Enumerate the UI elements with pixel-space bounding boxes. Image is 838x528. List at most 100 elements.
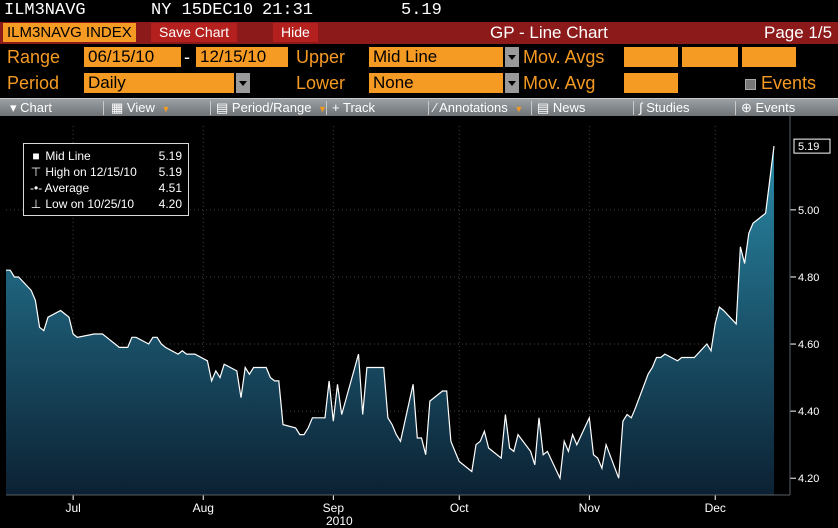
data-point	[106, 337, 107, 338]
range-start-field[interactable]: 06/15/10	[84, 47, 181, 67]
data-point	[719, 307, 720, 308]
data-point	[601, 468, 602, 469]
toolbar-studies[interactable]: ∫ Studies	[639, 99, 690, 117]
data-point	[333, 421, 334, 422]
upper-select[interactable]: Mid Line	[369, 47, 503, 67]
events-icon: ⊕	[741, 100, 752, 115]
upper-dropdown-icon[interactable]	[505, 47, 519, 67]
data-point	[253, 367, 254, 368]
page-indicator[interactable]: Page 1/5	[764, 23, 832, 43]
period-select[interactable]: Daily	[84, 73, 234, 93]
calendar-icon: ▤	[216, 100, 229, 115]
data-point	[329, 380, 330, 381]
mov-avg-field-2[interactable]	[682, 47, 738, 67]
data-point	[429, 400, 430, 401]
mov-avg-field-3[interactable]	[742, 47, 796, 67]
studies-icon: ∫	[639, 100, 643, 115]
lower-select[interactable]: None	[369, 73, 503, 93]
toolbar-track[interactable]: + Track	[332, 99, 375, 117]
data-point	[177, 354, 178, 355]
data-point	[77, 337, 78, 338]
data-point	[576, 444, 577, 445]
legend-label: High on 12/15/10	[45, 165, 137, 179]
data-point	[564, 441, 565, 442]
crosshair-icon: +	[332, 100, 340, 115]
toolbar-annotations-label: Annotations	[439, 100, 508, 115]
y-tick-label: 4.60	[798, 339, 819, 351]
data-point	[207, 360, 208, 361]
data-point	[513, 451, 514, 452]
chart-legend: ■ Mid Line 5.19 ⊤ High on 12/15/10 5.19 …	[23, 143, 189, 216]
data-point	[366, 367, 367, 368]
square-icon: ■	[32, 149, 40, 163]
period-label: Period	[7, 73, 60, 93]
chevron-down-icon: ▼	[161, 104, 171, 114]
data-point	[635, 407, 636, 408]
legend-label: Low on 10/25/10	[45, 197, 135, 211]
data-point	[31, 290, 32, 291]
data-point	[740, 246, 741, 247]
data-point	[752, 223, 753, 224]
data-point	[622, 421, 623, 422]
toolbar-view[interactable]: ▦ View ▼	[111, 99, 170, 117]
data-point	[505, 414, 506, 415]
range-label: Range	[7, 47, 61, 67]
data-point	[442, 390, 443, 391]
data-point	[68, 317, 69, 318]
ticker-row: ILM3NAVG NY 15DEC10 21:31 5.19	[0, 0, 838, 22]
toolbar-events[interactable]: ⊕ Events	[741, 99, 795, 117]
toolbar-period-range[interactable]: ▤ Period/Range ▼	[216, 99, 327, 117]
hide-button[interactable]: Hide	[273, 23, 318, 42]
legend-label: Average	[44, 181, 90, 195]
data-point	[656, 357, 657, 358]
data-point	[94, 333, 95, 334]
data-point	[266, 367, 267, 368]
data-point	[14, 276, 15, 277]
data-point	[73, 333, 74, 334]
data-point	[681, 357, 682, 358]
data-point	[308, 427, 309, 428]
toolbar-track-label: Track	[342, 100, 376, 115]
lower-dropdown-icon[interactable]	[505, 73, 519, 93]
toolbar-news[interactable]: ▤ News	[537, 99, 585, 117]
data-point	[98, 333, 99, 334]
data-point	[60, 310, 61, 311]
index-badge[interactable]: ILM3NAVG INDEX	[3, 23, 136, 42]
mov-avg-single-field[interactable]	[624, 73, 678, 93]
data-point	[35, 300, 36, 301]
data-point	[127, 347, 128, 348]
data-point	[119, 347, 120, 348]
data-point	[5, 270, 6, 271]
y-tick-label: 4.20	[798, 473, 819, 485]
mov-avg-field-1[interactable]	[624, 47, 678, 67]
legend-value: 5.19	[158, 165, 182, 179]
data-point	[685, 357, 686, 358]
save-chart-button[interactable]: Save Chart	[151, 23, 238, 42]
range-end-field[interactable]: 12/15/10	[196, 47, 288, 67]
data-point	[383, 367, 384, 368]
data-point	[723, 310, 724, 311]
data-point	[480, 441, 481, 442]
data-point	[421, 437, 422, 438]
x-tick-label: Sep	[323, 501, 345, 515]
chart-toolbar: ▾ Chart ▦ View ▼ ▤ Period/Range ▼ + Trac…	[0, 98, 838, 117]
data-point	[43, 330, 44, 331]
period-dropdown-icon[interactable]	[236, 73, 250, 93]
data-point	[547, 451, 548, 452]
data-point	[39, 327, 40, 328]
x-year-label: 2010	[326, 514, 353, 528]
data-point	[412, 384, 413, 385]
data-point	[362, 414, 363, 415]
data-point	[324, 417, 325, 418]
toolbar-divider	[633, 101, 634, 115]
events-checkbox[interactable]	[745, 79, 756, 90]
data-point	[194, 354, 195, 355]
data-point	[589, 417, 590, 418]
data-point	[652, 367, 653, 368]
toolbar-annotations[interactable]: ∕ Annotations ▼	[434, 99, 523, 117]
news-icon: ▤	[537, 100, 550, 115]
data-point	[240, 397, 241, 398]
toolbar-chart[interactable]: ▾ Chart	[10, 99, 52, 117]
data-point	[710, 350, 711, 351]
legend-value: 5.19	[158, 149, 182, 163]
